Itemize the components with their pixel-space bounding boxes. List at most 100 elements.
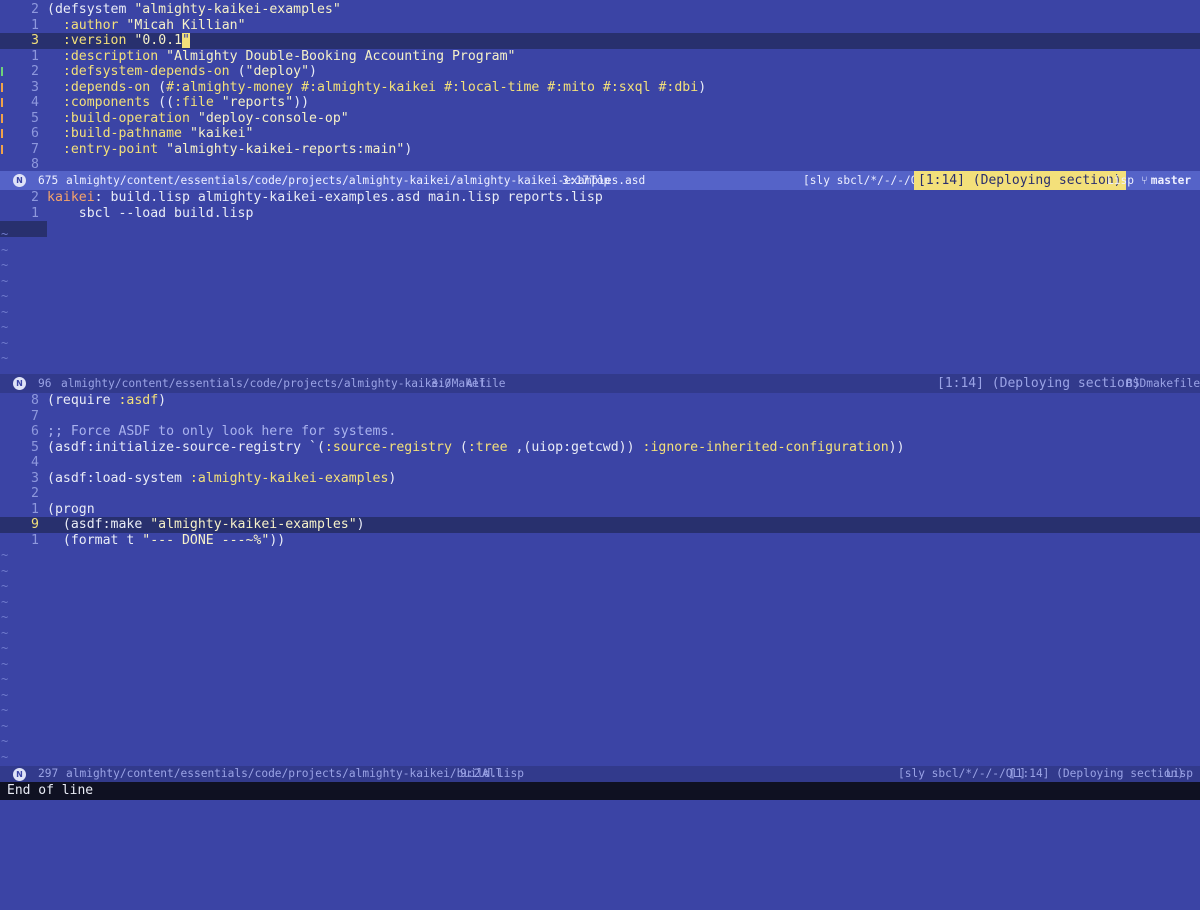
code-line[interactable]: 5 (asdf:initialize-source-registry `(:sou… <box>0 440 1200 456</box>
empty-line-marker: ~ <box>1 687 9 702</box>
code-line[interactable]: 7 <box>0 409 1200 425</box>
code-line[interactable]: 1 (format t "--- DONE ---~%")) <box>0 533 1200 549</box>
empty-line-marker: ~ <box>1 672 9 686</box>
code-token: "deploy-console-op" <box>197 110 349 126</box>
code-text[interactable]: :components ((:file "reports")) <box>47 95 309 111</box>
code-line[interactable]: 4 :components ((:file "reports")) <box>0 95 1200 111</box>
code-line[interactable]: 6 :build-pathname "kaikei" <box>0 126 1200 142</box>
modeline-build-lisp[interactable]: N 297 almighty/content/essentials/code/p… <box>0 766 1200 782</box>
editor-pane-makefile[interactable]: 2 kaikei: build.lisp almighty-kaikei-exam… <box>0 190 1200 374</box>
code-token: sbcl --load build.lisp <box>47 205 254 221</box>
code-text[interactable]: :depends-on (#:almighty-money #:almighty… <box>47 80 706 96</box>
major-mode[interactable]: Lisp <box>1107 171 1134 190</box>
code-line[interactable]: 3 :depends-on (#:almighty-money #:almigh… <box>0 80 1200 96</box>
code-text[interactable]: (asdf:load-system :almighty-kaikei-examp… <box>47 471 396 487</box>
code-text[interactable]: :description "Almighty Double-Booking Ac… <box>47 48 516 65</box>
buffer-path[interactable]: almighty/content/essentials/code/project… <box>66 766 524 782</box>
code-text[interactable]: (defsystem "almighty-kaikei-examples" <box>47 2 341 18</box>
code-token: ;; Force ASDF to only look here for syst… <box>47 424 397 439</box>
code-line[interactable]: 9 (asdf:make "almighty-kaikei-examples") <box>0 517 1200 533</box>
code-line[interactable]: 2 <box>0 486 1200 502</box>
code-token: "--- DONE ---~%" <box>142 532 270 548</box>
editor-pane-asd[interactable]: 2 (defsystem "almighty-kaikei-examples" 1 … <box>0 2 1200 172</box>
code-line[interactable]: 1 :author "Micah Killian" <box>0 18 1200 34</box>
code-text[interactable]: :build-operation "deploy-console-op" <box>47 111 349 127</box>
modeline-makefile[interactable]: N 96 almighty/content/essentials/code/pr… <box>0 374 1200 393</box>
major-mode[interactable]: BSDmakefile <box>1126 374 1200 393</box>
code-token: ) <box>698 79 707 95</box>
code-token: #:almighty-money <box>166 79 294 95</box>
code-text[interactable]: sbcl --load build.lisp <box>47 205 254 222</box>
code-line[interactable]: 8 (require :asdf) <box>0 393 1200 409</box>
code-text[interactable]: :defsystem-depends-on ("deploy") <box>47 64 317 80</box>
code-text[interactable]: ;; Force ASDF to only look here for syst… <box>47 424 396 440</box>
modeline-asd[interactable]: N 675 almighty/content/essentials/code/p… <box>0 171 1200 190</box>
code-line[interactable]: 2 (defsystem "almighty-kaikei-examples" <box>0 2 1200 18</box>
code-token: "almighty-kaikei-examples" <box>134 2 341 17</box>
code-line[interactable]: 3 (asdf:load-system :almighty-kaikei-exam… <box>0 471 1200 487</box>
code-token: #:local-time <box>444 79 540 95</box>
cursor-position: 3:17 <box>562 174 589 187</box>
line-number: 7 <box>31 408 39 424</box>
code-line[interactable]: 2 kaikei: build.lisp almighty-kaikei-exam… <box>0 190 1200 206</box>
line-number: 8 <box>31 393 39 408</box>
code-token: ) <box>356 517 365 532</box>
buffer-size: 297 <box>38 767 59 780</box>
code-line[interactable]: 1 :description "Almighty Double-Booking … <box>0 49 1200 65</box>
editor-pane-build-lisp[interactable]: 8 (require :asdf) 7 6 ;; Force ASDF to only … <box>0 393 1200 766</box>
section-indicator: [1:14] (Deploying section) <box>937 376 1141 391</box>
sly-repl-indicator[interactable]: [sly sbcl/*/-/-/QL] <box>898 766 1026 782</box>
branch-name: master <box>1150 174 1192 187</box>
code-text[interactable]: :build-pathname "kaikei" <box>47 126 254 142</box>
code-text[interactable]: (progn <box>47 502 95 518</box>
empty-line-marker: ~ <box>1 289 9 303</box>
code-token: "Almighty Double-Booking Accounting Prog… <box>166 48 516 64</box>
line-number: 6 <box>31 126 39 141</box>
empty-line-marker: ~ <box>1 734 9 748</box>
code-token: "almighty-kaikei-reports:main" <box>166 141 405 157</box>
code-text[interactable]: :author "Micah Killian" <box>47 18 246 34</box>
code-token: :almighty-kaikei-examples <box>189 470 389 486</box>
line-number: 2 <box>31 2 39 17</box>
line-number: 1 <box>31 532 39 548</box>
code-text[interactable]: :version "0.0.1" <box>47 33 190 49</box>
code-text[interactable]: :entry-point "almighty-kaikei-reports:ma… <box>47 142 412 158</box>
code-text[interactable]: (asdf:initialize-source-registry `(:sour… <box>47 440 905 456</box>
code-line[interactable]: 2 :defsystem-depends-on ("deploy") <box>0 64 1200 80</box>
code-token: (require <box>47 393 119 408</box>
code-line[interactable]: 3 :version "0.0.1" <box>0 33 1200 49</box>
code-token: "kaikei" <box>189 126 254 141</box>
line-number: 3 <box>31 470 39 486</box>
code-text[interactable]: (format t "--- DONE ---~%")) <box>47 533 285 549</box>
code-token: "0.0.1 <box>134 33 183 48</box>
code-line[interactable]: 4 <box>0 455 1200 471</box>
line-number: 7 <box>31 141 39 157</box>
buffer-path[interactable]: almighty/content/essentials/code/project… <box>66 171 645 190</box>
code-line[interactable]: 7 :entry-point "almighty-kaikei-reports:… <box>0 142 1200 158</box>
code-token: :defsystem-depends-on <box>62 64 230 79</box>
code-text[interactable]: (require :asdf) <box>47 393 166 409</box>
empty-line-marker: ~ <box>1 579 9 593</box>
code-line[interactable]: 5 :build-operation "deploy-console-op" <box>0 111 1200 127</box>
code-line[interactable]: 6 ;; Force ASDF to only look here for sys… <box>0 424 1200 440</box>
code-token: ) <box>404 141 413 157</box>
code-text[interactable]: (asdf:make "almighty-kaikei-examples") <box>47 517 365 533</box>
buffer-size: 96 <box>38 377 52 390</box>
code-line[interactable]: 1 (progn <box>0 502 1200 518</box>
empty-line-marker: ~ <box>1 703 9 717</box>
code-line[interactable]: 1 sbcl --load build.lisp <box>0 206 1200 222</box>
line-number: 1 <box>31 17 39 33</box>
scroll-position: All <box>466 377 487 390</box>
sly-repl-indicator[interactable]: [sly sbcl/*/-/-/QL] <box>803 171 931 190</box>
major-mode[interactable]: Lisp <box>1166 766 1193 782</box>
vcs-branch[interactable]: ⑂ master <box>1141 171 1191 190</box>
code-text[interactable]: kaikei: build.lisp almighty-kaikei-examp… <box>47 190 603 206</box>
